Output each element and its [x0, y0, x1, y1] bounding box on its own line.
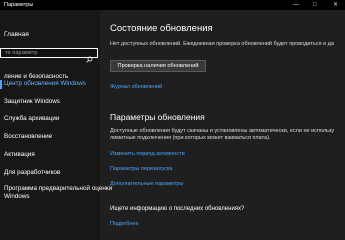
- restart-options-link[interactable]: Параметры перезапуска: [110, 166, 172, 172]
- search-input[interactable]: те параметр: [0, 48, 98, 63]
- close-button[interactable]: ✕: [333, 0, 338, 10]
- maximize-button[interactable]: □: [313, 0, 317, 10]
- update-settings-text-2: лимитные подключения (при которых может …: [110, 135, 271, 141]
- more-info-link[interactable]: Подробнее: [110, 221, 139, 227]
- sidebar-item-label-line2: Windows: [4, 193, 30, 200]
- search-icon[interactable]: [86, 50, 93, 68]
- advanced-options-link[interactable]: Дополнительные параметры: [110, 181, 183, 187]
- sidebar-item-label: Программа предварительной оценки: [4, 185, 113, 192]
- sidebar-item-label: Служба архивации: [4, 115, 60, 122]
- active-hours-link[interactable]: Изменить период активности: [110, 151, 185, 157]
- sidebar-item-label: Центр обновления Windows: [4, 80, 86, 87]
- main-content: Состояние обновления Нет доступных обнов…: [100, 10, 345, 240]
- title-bar: Параметры — □ ✕: [0, 0, 345, 10]
- sidebar-item-label: Восстановление: [4, 133, 53, 140]
- info-question: Ищете информацию о последних обновлениях…: [110, 206, 245, 212]
- update-status-title: Состояние обновления: [110, 23, 213, 34]
- search-placeholder: те параметр: [5, 50, 38, 56]
- sidebar-section-title: ление и безопасность: [4, 73, 69, 80]
- update-settings-text: Доступные обновления будут скачаны и уст…: [110, 128, 335, 134]
- sidebar-home[interactable]: Главная: [4, 31, 29, 38]
- update-settings-title: Параметры обновления: [110, 112, 205, 122]
- window-title: Параметры: [4, 2, 34, 8]
- sidebar-item-label: Защитник Windows: [4, 98, 60, 105]
- sidebar-item-label: Для разработчиков: [4, 169, 61, 176]
- update-history-link[interactable]: Журнал обновлений: [110, 84, 162, 90]
- sidebar: Главная те параметр ление и безопасность…: [0, 10, 112, 240]
- minimize-button[interactable]: —: [293, 0, 299, 10]
- sidebar-item-label: Активация: [4, 151, 35, 158]
- update-status-text: Нет доступных обновлений. Ежедневная про…: [110, 41, 334, 47]
- check-updates-button[interactable]: Проверка наличия обновлений: [110, 60, 206, 72]
